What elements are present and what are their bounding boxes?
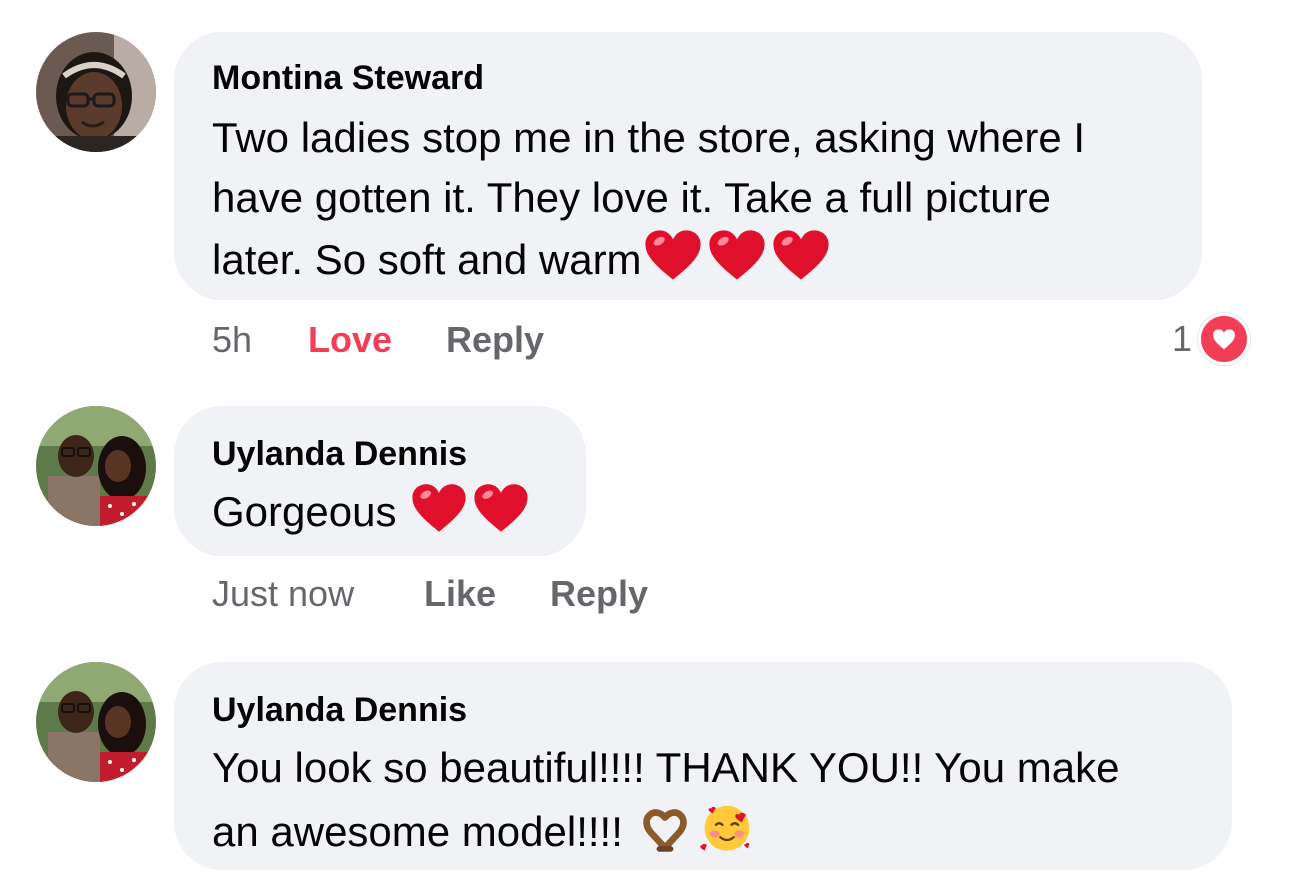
comment-bubble: Uylanda Dennis Gorgeous — [174, 406, 586, 556]
comment-text-line-last: later. So soft and warm — [212, 228, 832, 298]
like-button[interactable]: Like — [424, 574, 496, 614]
red-heart-icon — [642, 228, 704, 298]
comment-author[interactable]: Uylanda Dennis — [212, 690, 467, 730]
comment-time[interactable]: Just now — [212, 574, 354, 614]
avatar[interactable] — [36, 32, 156, 152]
love-icon — [1198, 313, 1251, 365]
comment-text: later. So soft and warm — [212, 236, 642, 283]
avatar[interactable] — [36, 406, 156, 526]
comment-author[interactable]: Montina Steward — [212, 58, 484, 98]
avatar[interactable] — [36, 662, 156, 782]
comment-text-line: You look so beautiful!!!! THANK YOU!! Yo… — [212, 744, 1120, 791]
comment-text-line: Two ladies stop me in the store, asking … — [212, 114, 1086, 161]
reaction-summary[interactable]: 1 — [1172, 313, 1251, 365]
heart-hands-icon — [637, 808, 693, 870]
comment-time[interactable]: 5h — [212, 320, 252, 360]
comment-text-line-last: Gorgeous — [212, 482, 530, 550]
smiling-face-with-hearts-icon — [699, 798, 755, 870]
comment-bubble: Montina Steward Two ladies stop me in th… — [174, 32, 1202, 300]
comment-text-line: have gotten it. They love it. Take a ful… — [212, 174, 1051, 221]
reply-button[interactable]: Reply — [446, 320, 544, 360]
reaction-count: 1 — [1172, 318, 1193, 359]
red-heart-icon — [410, 482, 468, 550]
love-button[interactable]: Love — [308, 320, 392, 360]
red-heart-icon — [706, 228, 768, 298]
reply-button[interactable]: Reply — [550, 574, 648, 614]
comment-author[interactable]: Uylanda Dennis — [212, 434, 467, 474]
comment-text: an awesome model!!!! — [212, 808, 623, 855]
comment-bubble: Uylanda Dennis You look so beautiful!!!!… — [174, 662, 1232, 870]
comment-text: Gorgeous — [212, 488, 397, 535]
comment-text-line-last: an awesome model!!!! — [212, 798, 755, 870]
red-heart-icon — [770, 228, 832, 298]
red-heart-icon — [472, 482, 530, 550]
